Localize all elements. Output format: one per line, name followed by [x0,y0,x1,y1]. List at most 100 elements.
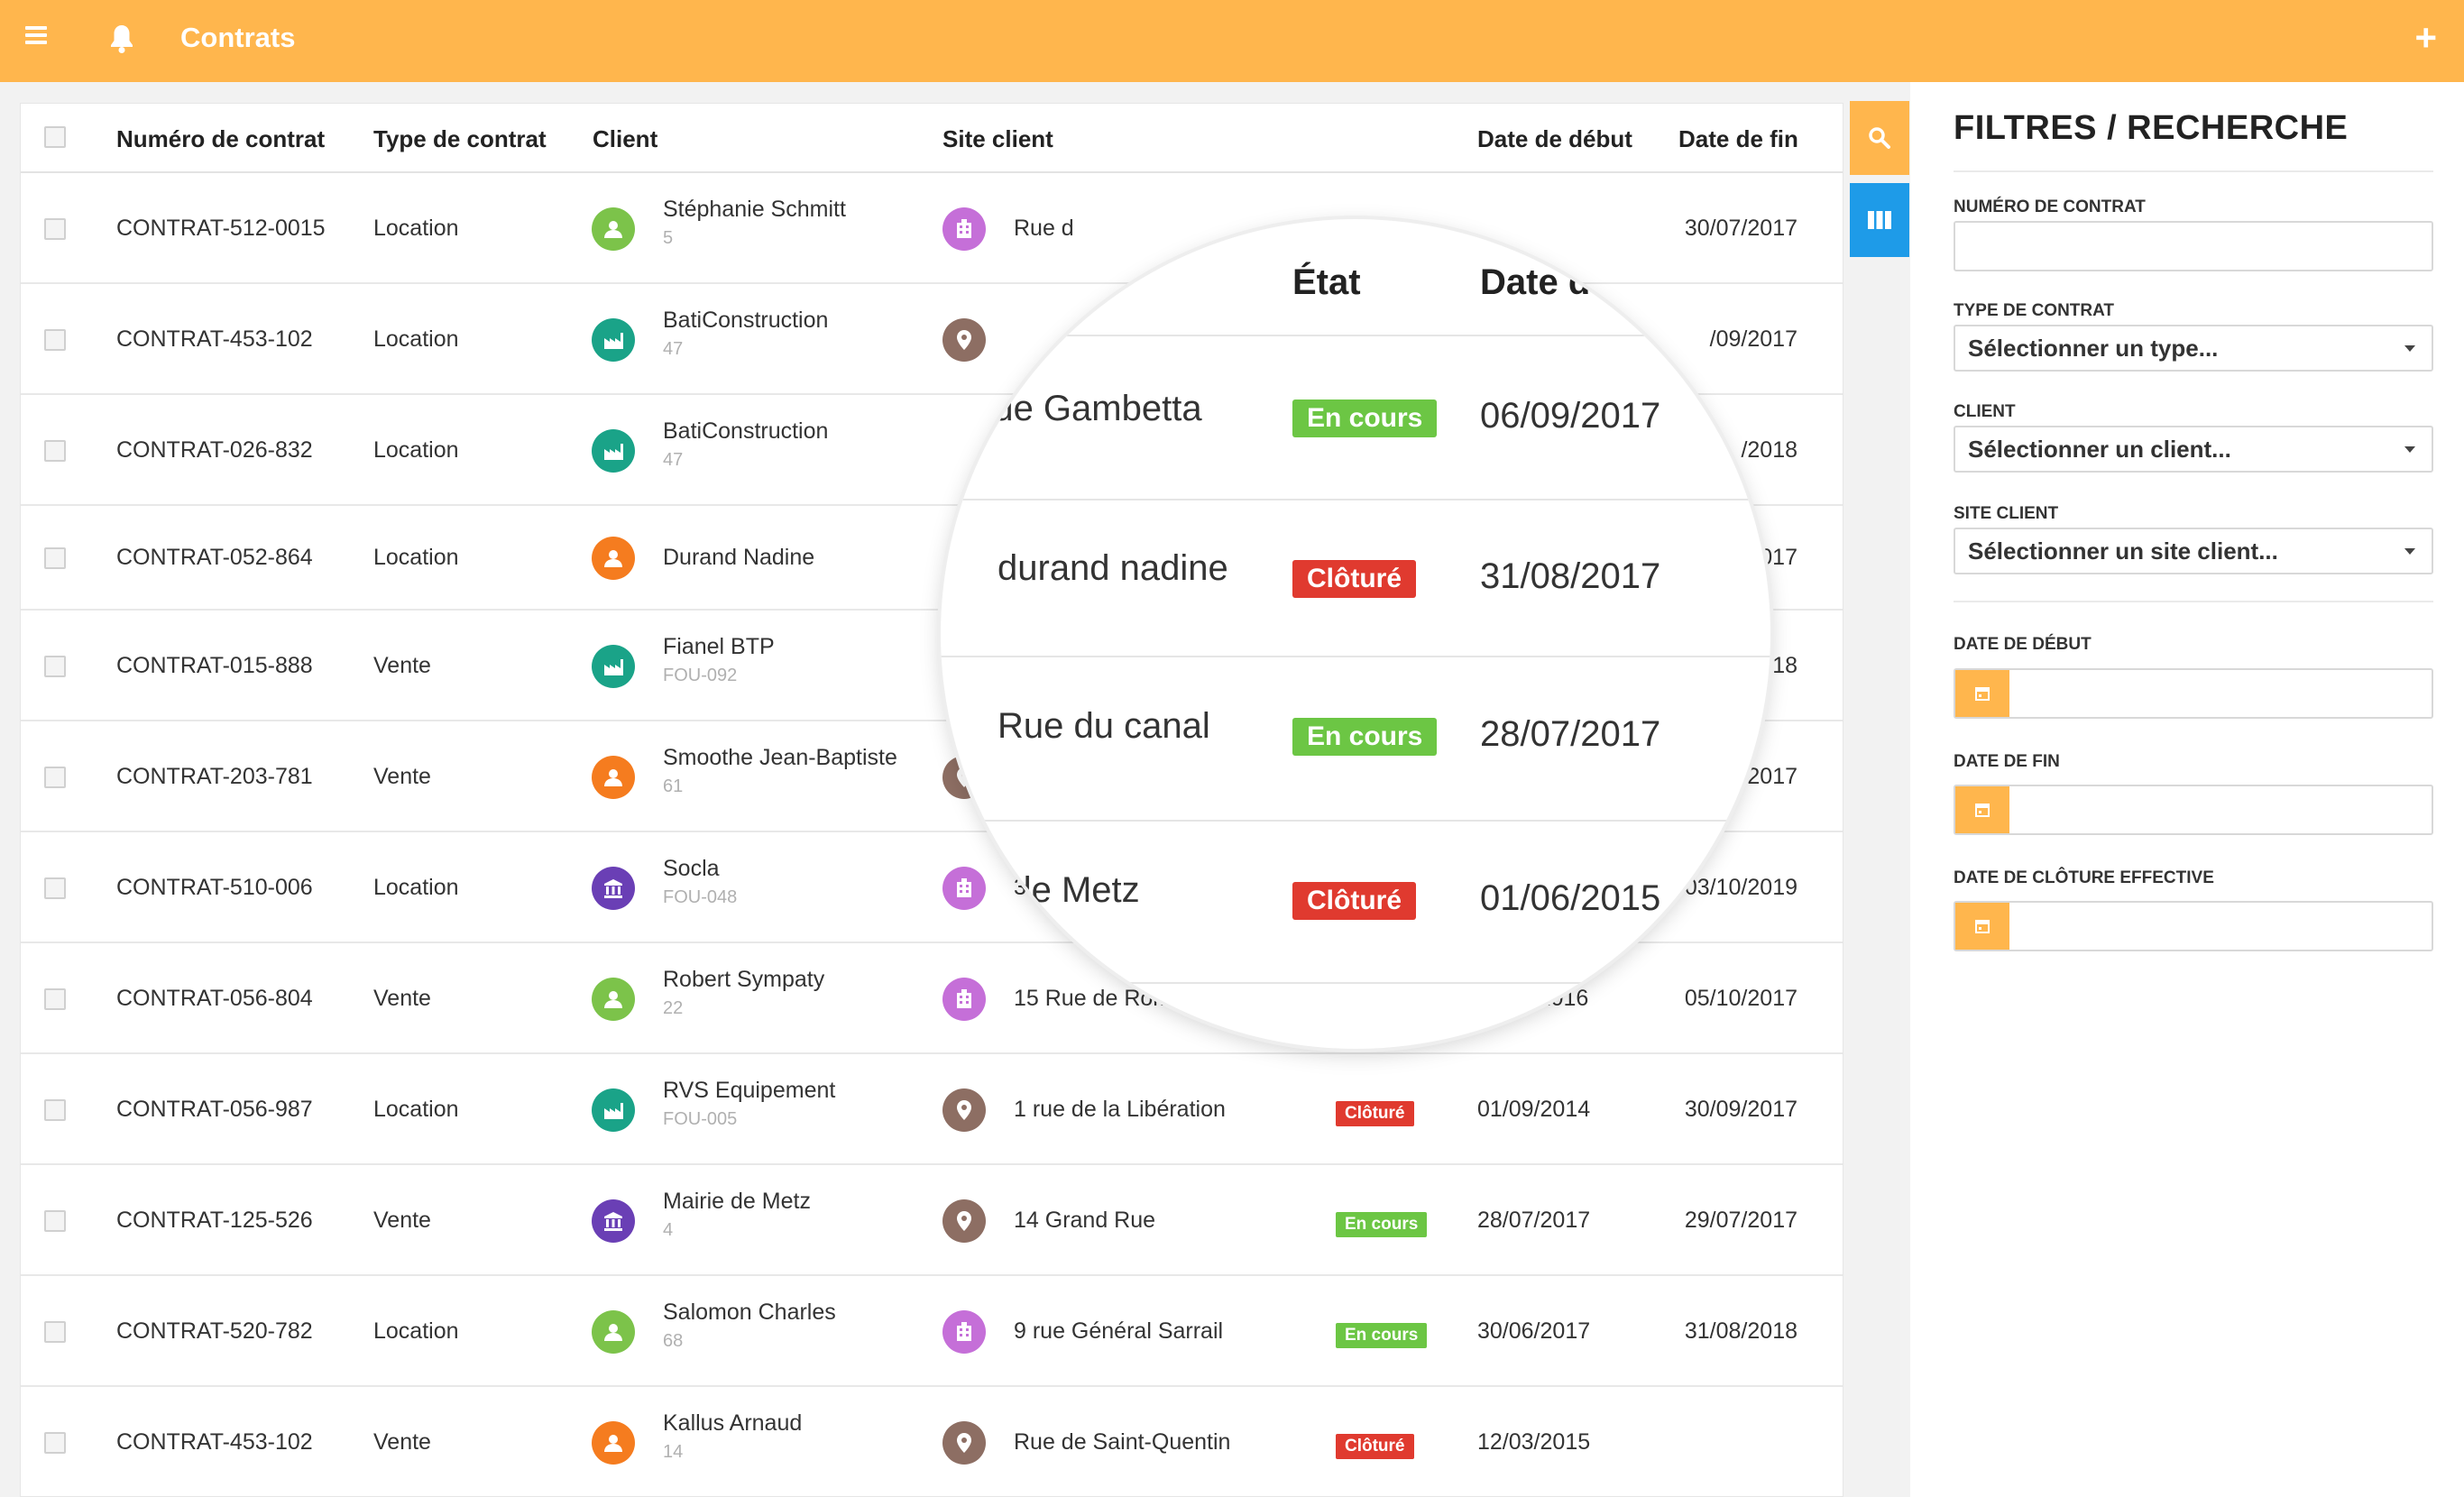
client-name[interactable]: BatiConstruction [663,308,828,334]
select-all-checkbox[interactable] [44,126,66,148]
magnified-header-date: Date d [1480,262,1591,302]
cloture-date-input[interactable] [1954,901,2433,951]
row-checkbox[interactable] [44,1098,66,1121]
client-cell[interactable]: BatiConstruction 47 [663,308,828,360]
client-name[interactable]: Durand Nadine [663,545,814,571]
numero-input[interactable] [1954,221,2433,271]
client-name[interactable]: Salomon Charles [663,1300,836,1326]
client-select[interactable]: Sélectionner un client... [1954,426,2433,473]
client-cell[interactable]: Robert Sympaty 22 [663,967,824,1019]
magnified-site: rue Gambetta [981,389,1202,428]
type-select[interactable]: Sélectionner un type... [1954,325,2433,372]
contract-number[interactable]: CONTRAT-052-864 [116,545,313,571]
client-cell[interactable]: Salomon Charles 68 [663,1300,836,1352]
row-checkbox[interactable] [44,328,66,351]
client-cell[interactable]: Mairie de Metz 4 [663,1189,811,1241]
status-badge: Clôturé [1336,1100,1414,1126]
client-cell[interactable]: BatiConstruction 47 [663,418,828,471]
factory-icon [592,644,635,688]
chevron-down-icon [2404,446,2415,453]
person-icon [592,977,635,1021]
debut-date-input[interactable] [1954,668,2433,719]
client-name[interactable]: RVS Equipement [663,1078,835,1104]
fin-date-input[interactable] [1954,785,2433,835]
row-checkbox[interactable] [44,1209,66,1232]
client-name[interactable]: Smoothe Jean-Baptiste [663,745,897,771]
row-checkbox[interactable] [44,655,66,677]
client-select-value: Sélectionner un client... [1968,436,2231,463]
row-checkbox[interactable] [44,217,66,240]
client-name[interactable]: Mairie de Metz [663,1189,811,1215]
add-icon[interactable]: + [2414,19,2437,57]
contract-number[interactable]: CONTRAT-026-832 [116,437,313,464]
contract-number[interactable]: CONTRAT-510-006 [116,875,313,901]
client-cell[interactable]: RVS Equipement FOU-005 [663,1078,835,1130]
magnified-date: 31/08/2017 [1480,556,1661,596]
client-cell[interactable]: Stéphanie Schmitt 5 [663,197,846,249]
column-header-numero[interactable]: Numéro de contrat [116,125,325,153]
client-name[interactable]: Socla [663,856,737,882]
contract-number[interactable]: CONTRAT-453-102 [116,1429,313,1456]
client-cell[interactable]: Fianel BTP FOU-092 [663,634,775,686]
client-name[interactable]: Robert Sympaty [663,967,824,993]
client-site[interactable]: 9 rue Général Sarrail [1014,1318,1223,1345]
row-checkbox[interactable] [44,987,66,1010]
calendar-icon[interactable] [1955,670,2009,717]
column-header-site[interactable]: Site client [942,125,1053,153]
contract-type: Location [373,326,459,352]
calendar-icon[interactable] [1955,786,2009,833]
calendar-icon[interactable] [1955,903,2009,950]
column-header-debut[interactable]: Date de début [1477,125,1632,153]
magnified-status-badge: Clôturé [1292,560,1416,598]
table-row[interactable]: CONTRAT-056-987 Location RVS Equipement FOU… [21,1054,1843,1165]
row-checkbox[interactable] [44,766,66,788]
client-cell[interactable]: Kallus Arnaud 14 [663,1410,802,1463]
location-pin-icon [942,1199,986,1243]
contract-number[interactable]: CONTRAT-125-526 [116,1208,313,1234]
contract-number[interactable]: CONTRAT-056-804 [116,986,313,1012]
client-cell[interactable]: Socla FOU-048 [663,856,737,908]
contract-number[interactable]: CONTRAT-015-888 [116,653,313,679]
columns-icon [1868,211,1891,229]
client-name[interactable]: Kallus Arnaud [663,1410,802,1437]
client-name[interactable]: Fianel BTP [663,634,775,660]
chevron-down-icon [2404,345,2415,352]
row-checkbox[interactable] [44,547,66,569]
client-name[interactable]: Stéphanie Schmitt [663,197,846,223]
client-cell[interactable]: Smoothe Jean-Baptiste 61 [663,745,897,797]
row-checkbox[interactable] [44,1431,66,1454]
column-header-fin[interactable]: Date de fin [1678,125,1798,153]
start-date: 01/09/2014 [1477,1096,1591,1122]
status-badge: En cours [1336,1322,1428,1348]
row-checkbox[interactable] [44,1320,66,1343]
filters-title: FILTRES / RECHERCHE [1954,109,2349,147]
status-badge: En cours [1336,1211,1428,1237]
row-checkbox[interactable] [44,877,66,899]
site-select[interactable]: Sélectionner un site client... [1954,528,2433,574]
contract-number[interactable]: CONTRAT-453-102 [116,326,313,353]
row-checkbox[interactable] [44,439,66,462]
client-site[interactable]: 14 Grand Rue [1014,1208,1155,1234]
hamburger-menu-icon[interactable] [25,23,47,48]
contract-number[interactable]: CONTRAT-512-0015 [116,216,326,242]
contract-number[interactable]: CONTRAT-203-781 [116,764,313,790]
table-row[interactable]: CONTRAT-125-526 Vente Mairie de Metz 4 14 Gr… [21,1165,1843,1276]
column-header-client[interactable]: Client [593,125,657,153]
client-site[interactable]: Rue de Saint-Quentin [1014,1429,1230,1456]
magnified-divider [941,820,1770,822]
bell-icon[interactable] [108,23,135,59]
contract-number[interactable]: CONTRAT-056-987 [116,1097,313,1123]
contract-number[interactable]: CONTRAT-520-782 [116,1318,313,1345]
table-row[interactable]: CONTRAT-453-102 Vente Kallus Arnaud 14 Rue d… [21,1387,1843,1496]
magnified-site: e de Metz [981,870,1140,910]
client-site[interactable]: 1 rue de la Libération [1014,1097,1226,1123]
client-cell[interactable]: Durand Nadine [663,545,814,571]
search-button[interactable] [1850,101,1909,175]
column-header-type[interactable]: Type de contrat [373,125,547,153]
columns-button[interactable] [1850,183,1909,257]
client-label: CLIENT [1954,402,2016,421]
bank-icon [592,866,635,910]
client-code: 47 [663,338,684,359]
client-name[interactable]: BatiConstruction [663,418,828,445]
table-row[interactable]: CONTRAT-520-782 Location Salomon Charles 68… [21,1276,1843,1387]
